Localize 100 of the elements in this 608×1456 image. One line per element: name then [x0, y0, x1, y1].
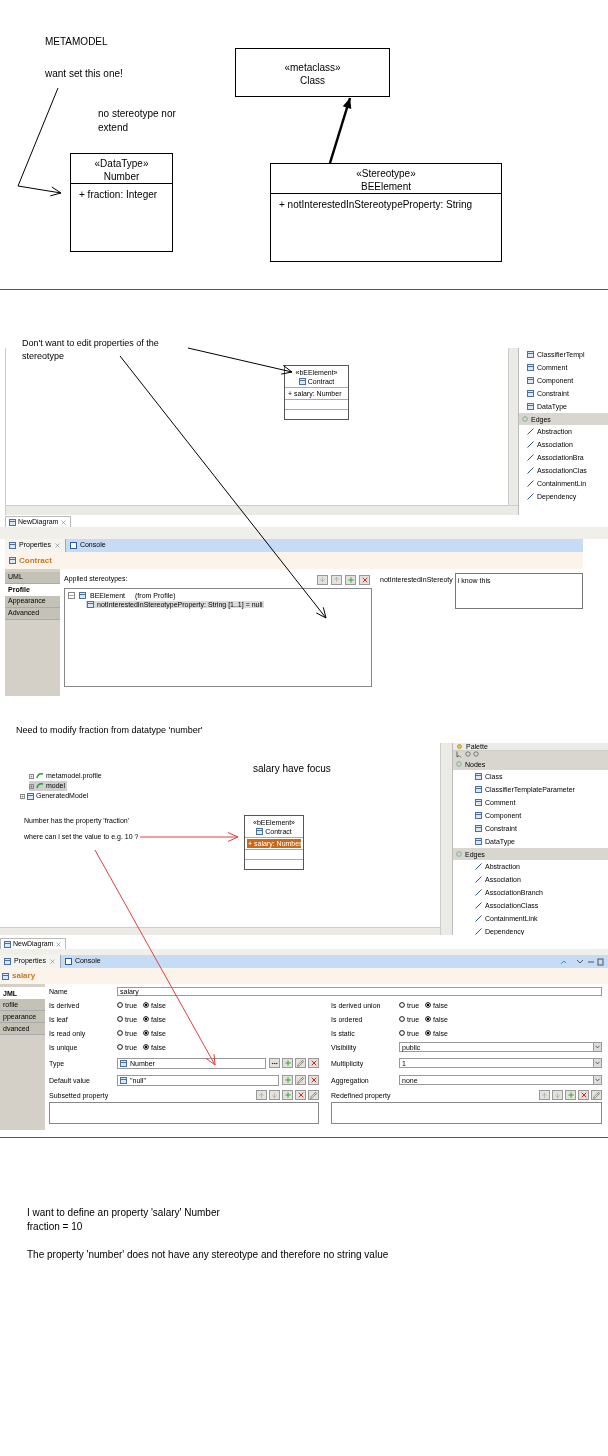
- radio-button[interactable]: [425, 1030, 432, 1036]
- browse-button[interactable]: [269, 1058, 280, 1068]
- line-icon: [527, 441, 534, 448]
- box-icon: [87, 601, 94, 608]
- note-text: no stereotype nor extend: [98, 107, 177, 135]
- box-icon: [527, 351, 534, 358]
- delete-button[interactable]: [308, 1075, 319, 1085]
- view-title: salary: [12, 970, 36, 982]
- class-name: Number: [103, 170, 140, 183]
- note-text: Don't want to edit properties of the stereotype: [22, 337, 160, 363]
- arrow-up-icon: [333, 576, 340, 583]
- move-up-button[interactable]: [331, 574, 342, 585]
- add-button[interactable]: [565, 1090, 576, 1100]
- box-icon: [475, 825, 482, 832]
- close-icon[interactable]: [48, 958, 56, 965]
- close-icon[interactable]: [53, 542, 61, 549]
- box-icon: [475, 799, 482, 806]
- box-icon: [4, 958, 11, 965]
- stereotype-label: «DataType»: [94, 157, 149, 170]
- radio-button[interactable]: [117, 1030, 123, 1036]
- box-icon: [298, 378, 306, 385]
- scrollbar[interactable]: [0, 927, 440, 935]
- delete-button[interactable]: [295, 1090, 306, 1100]
- plus-icon: [283, 1091, 292, 1099]
- text-line: I want to define an property 'salary' Number: [27, 1206, 221, 1220]
- close-icon: [309, 1059, 318, 1067]
- note-text: salary have focus: [253, 762, 331, 776]
- delete-button[interactable]: [578, 1090, 589, 1100]
- expand-icon[interactable]: [29, 773, 34, 779]
- expand-icon[interactable]: [20, 793, 25, 799]
- delete-button[interactable]: [359, 574, 370, 585]
- sun-icon: [456, 743, 463, 750]
- box-icon: [527, 377, 534, 384]
- close-icon: [309, 1076, 318, 1084]
- line-icon: [475, 863, 482, 870]
- edit-button[interactable]: [308, 1090, 319, 1100]
- arrow-down-icon: [271, 1091, 278, 1099]
- list-box[interactable]: [49, 1102, 319, 1124]
- list-box[interactable]: [331, 1102, 602, 1124]
- line-icon: [527, 480, 534, 487]
- class-name: Class: [300, 74, 325, 87]
- box-icon: [527, 403, 534, 410]
- zoom-tools-icon[interactable]: [456, 751, 482, 758]
- move-up-button[interactable]: [256, 1090, 267, 1100]
- group-icon: [522, 416, 528, 422]
- radio-button[interactable]: [117, 1016, 123, 1022]
- group-icon: [456, 851, 462, 857]
- stereotype-label: «metaclass»: [284, 61, 341, 74]
- radio-button[interactable]: [399, 1030, 405, 1036]
- edit-button[interactable]: [295, 1075, 306, 1085]
- note-text: want set this one!: [45, 67, 123, 81]
- scrollbar[interactable]: [508, 348, 518, 505]
- move-down-button[interactable]: [269, 1090, 280, 1100]
- move-down-button[interactable]: [317, 574, 328, 585]
- radio-button[interactable]: [143, 1016, 150, 1022]
- edit-button[interactable]: [591, 1090, 602, 1100]
- line-icon: [527, 454, 534, 461]
- scrollbar[interactable]: [440, 743, 452, 935]
- note-text: Need to modify fraction from datatype 'number': [16, 724, 204, 737]
- caret-icon: [593, 1076, 601, 1084]
- radio-button[interactable]: [117, 1002, 123, 1008]
- delete-button[interactable]: [308, 1058, 319, 1068]
- attribute-label: + fraction: Integer: [78, 188, 159, 202]
- close-icon: [579, 1091, 588, 1099]
- radio-button[interactable]: [117, 1044, 123, 1050]
- collapse-icon[interactable]: [68, 592, 75, 599]
- move-up-button[interactable]: [539, 1090, 550, 1100]
- edit-button[interactable]: [295, 1058, 306, 1068]
- line-icon: [475, 876, 482, 883]
- radio-button[interactable]: [399, 1002, 405, 1008]
- caret-icon: [593, 1043, 601, 1051]
- box-icon: [120, 1059, 127, 1067]
- move-down-button[interactable]: [552, 1090, 563, 1100]
- box-icon: [120, 1076, 127, 1084]
- diagram-title: METAMODEL: [45, 35, 108, 49]
- add-button[interactable]: [345, 574, 356, 585]
- line-icon: [527, 467, 534, 474]
- view-title: Contract: [19, 554, 52, 567]
- radio-button[interactable]: [425, 1016, 432, 1022]
- box-icon: [79, 592, 86, 599]
- class-name: BEElement: [361, 180, 411, 193]
- radio-button[interactable]: [143, 1044, 150, 1050]
- view-toolbar-icons[interactable]: [560, 957, 604, 966]
- close-icon[interactable]: [55, 940, 63, 948]
- close-icon[interactable]: [60, 518, 68, 526]
- scrollbar[interactable]: [6, 505, 518, 515]
- line-icon: [475, 928, 482, 935]
- add-button[interactable]: [282, 1090, 293, 1100]
- add-button[interactable]: [282, 1075, 293, 1085]
- stereotype-label: «Stereotype»: [356, 167, 416, 180]
- box-icon: [475, 838, 482, 845]
- radio-button[interactable]: [143, 1030, 150, 1036]
- box-icon: [527, 390, 534, 397]
- radio-button[interactable]: [425, 1002, 432, 1008]
- plus-icon: [283, 1059, 292, 1067]
- expand-icon[interactable]: [29, 783, 34, 789]
- radio-button[interactable]: [399, 1016, 405, 1022]
- box-icon: [9, 518, 16, 526]
- box-icon: [527, 364, 534, 371]
- radio-button[interactable]: [143, 1002, 150, 1008]
